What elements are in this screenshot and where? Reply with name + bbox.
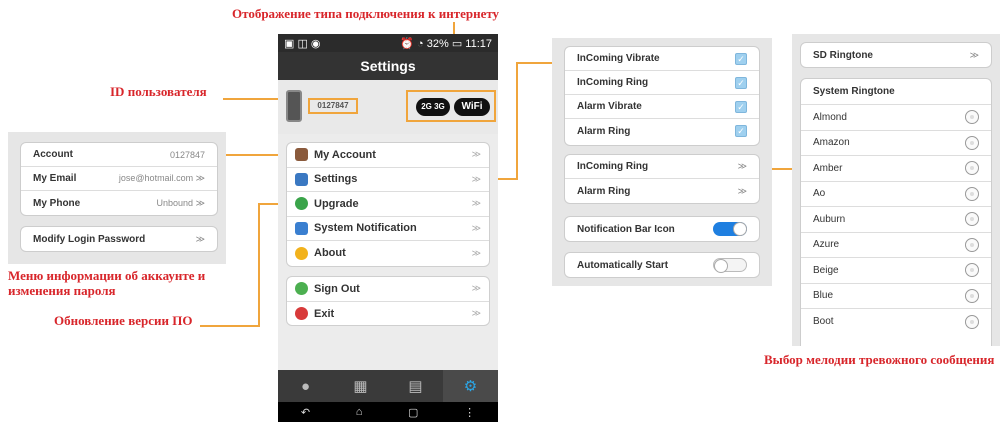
network-type-box: 2G 3G WiFi xyxy=(406,90,496,122)
page-title: Settings xyxy=(278,52,498,80)
signout-icon xyxy=(295,282,308,296)
status-bar: ▣ ◫ ◉ ⏰ ◔ 32% ▭ 11:17 xyxy=(278,34,498,52)
menu-item-settings[interactable]: Settings ≫ xyxy=(287,168,489,192)
radio-icon[interactable] xyxy=(965,288,979,303)
alarm-vibrate-row[interactable]: Alarm Vibrate ✓ xyxy=(565,95,759,119)
menu-item-sign-out[interactable]: Sign Out ≫ xyxy=(287,277,489,302)
checkbox-checked-icon[interactable]: ✓ xyxy=(735,100,747,113)
ringtone-item[interactable]: Almond xyxy=(801,105,991,131)
menu-item-about[interactable]: About ≫ xyxy=(287,241,489,266)
settings-panel: InComing Vibrate ✓ InComing Ring ✓ Alarm V… xyxy=(552,38,772,286)
notification-bar-row: Notification Bar Icon xyxy=(565,217,759,241)
ringtone-panel: SD Ringtone ≫ System Ringtone Almond Amaz… xyxy=(792,34,1000,346)
account-panel: Account 0127847 My Email jose@hotmail.com … xyxy=(8,132,226,264)
annotation-user-id: ID пользователя xyxy=(110,84,207,99)
radio-icon[interactable] xyxy=(965,186,979,201)
user-header: 0127847 2G 3G WiFi xyxy=(278,80,498,134)
notification-options-card: InComing Vibrate ✓ InComing Ring ✓ Alarm V… xyxy=(564,46,760,146)
annotation-alarm-melody: Выбор мелодии тревожного сообщения xyxy=(764,352,995,367)
radio-icon[interactable] xyxy=(965,212,979,227)
system-ringtone-header: System Ringtone xyxy=(801,79,991,105)
main-menu-card: My Account ≫ Settings ≫ Upgrade ≫ System No… xyxy=(286,142,490,267)
phone-row[interactable]: My Phone Unbound ≫ xyxy=(21,191,217,215)
connector-line xyxy=(258,203,260,327)
ringtone-item[interactable]: Ao xyxy=(801,182,991,207)
incoming-vibrate-row[interactable]: InComing Vibrate ✓ xyxy=(565,47,759,71)
star-icon xyxy=(295,246,308,260)
user-id: 0127847 xyxy=(308,98,358,114)
radio-icon[interactable] xyxy=(965,135,979,150)
auto-start-row: Automatically Start xyxy=(565,253,759,277)
radio-icon[interactable] xyxy=(965,237,979,252)
modify-password-row[interactable]: Modify Login Password ≫ xyxy=(21,227,217,251)
menu-item-exit[interactable]: Exit ≫ xyxy=(287,302,489,327)
connector-line xyxy=(516,62,554,64)
grid-tab-icon[interactable]: ▦ xyxy=(333,370,388,402)
settings-tab-icon[interactable]: ⚙ xyxy=(443,370,498,402)
checkbox-checked-icon[interactable]: ✓ xyxy=(735,52,747,65)
wifi-network-icon: WiFi xyxy=(454,98,490,116)
home-icon[interactable]: ⌂ xyxy=(356,406,363,418)
account-row: Account 0127847 xyxy=(21,143,217,167)
sd-ringtone-row[interactable]: SD Ringtone ≫ xyxy=(801,43,991,67)
ringtone-item[interactable]: Azure xyxy=(801,233,991,258)
menu-item-upgrade[interactable]: Upgrade ≫ xyxy=(287,192,489,217)
alarm-ring-row[interactable]: Alarm Ring ✓ xyxy=(565,119,759,143)
back-icon[interactable]: ↶ xyxy=(301,406,310,419)
checkbox-checked-icon[interactable]: ✓ xyxy=(735,125,747,137)
user-icon xyxy=(295,148,308,162)
ringtone-item[interactable]: Beige xyxy=(801,258,991,284)
phone-screen: ▣ ◫ ◉ ⏰ ◔ 32% ▭ 11:17 Settings 0127847 2… xyxy=(278,34,498,422)
recents-icon[interactable]: ▢ xyxy=(408,406,418,419)
auto-start-card: Automatically Start xyxy=(564,252,760,278)
ringtone-select-card: InComing Ring ≫ Alarm Ring ≫ xyxy=(564,154,760,204)
checkbox-checked-icon[interactable]: ✓ xyxy=(735,76,747,89)
radio-icon[interactable] xyxy=(965,263,979,278)
notification-bar-card: Notification Bar Icon xyxy=(564,216,760,242)
radio-icon[interactable] xyxy=(965,314,979,329)
status-right: ⏰ ◔ 32% ▭ 11:17 xyxy=(400,37,492,50)
system-ringtone-list: System Ringtone Almond Amazon Amber Ao A… xyxy=(800,78,992,346)
account-info-card: Account 0127847 My Email jose@hotmail.com … xyxy=(20,142,218,216)
menu-item-system-notification[interactable]: System Notification ≫ xyxy=(287,217,489,241)
ringtone-item[interactable]: Auburn xyxy=(801,207,991,233)
notification-icon xyxy=(295,221,308,235)
connector-line xyxy=(516,62,518,180)
exit-icon xyxy=(295,307,308,321)
modify-password-card[interactable]: Modify Login Password ≫ xyxy=(20,226,218,252)
annotation-upgrade: Обновление версии ПО xyxy=(54,313,193,328)
menu-item-my-account[interactable]: My Account ≫ xyxy=(287,143,489,168)
alarm-ring-select-row[interactable]: Alarm Ring ≫ xyxy=(565,179,759,203)
email-row[interactable]: My Email jose@hotmail.com ≫ xyxy=(21,167,217,191)
ringtone-item[interactable]: Amber xyxy=(801,156,991,182)
settings-icon xyxy=(295,172,308,186)
sd-ringtone-card[interactable]: SD Ringtone ≫ xyxy=(800,42,992,68)
ringtone-item[interactable]: Amazon xyxy=(801,131,991,156)
briefcase-tab-icon[interactable]: ▤ xyxy=(388,370,443,402)
annotation-connection-type: Отображение типа подключения к интернету xyxy=(232,6,500,21)
connector-line xyxy=(200,325,260,327)
ringtone-item[interactable]: Blue xyxy=(801,284,991,309)
bottom-tab-bar: ● ▦ ▤ ⚙ xyxy=(278,370,498,402)
upgrade-icon xyxy=(295,197,308,211)
session-menu-card: Sign Out ≫ Exit ≫ xyxy=(286,276,490,326)
auto-start-toggle[interactable] xyxy=(713,258,747,273)
annotation-account-menu: Меню информации об аккаунте и изменения … xyxy=(8,268,206,298)
menu-icon[interactable]: ⋮ xyxy=(464,406,475,419)
incoming-ring-row[interactable]: InComing Ring ✓ xyxy=(565,71,759,95)
radio-icon[interactable] xyxy=(965,161,979,176)
cellular-network-icon: 2G 3G xyxy=(416,98,450,116)
notification-bar-toggle[interactable] xyxy=(713,222,747,236)
ringtone-item[interactable]: Boot xyxy=(801,309,991,335)
device-icon xyxy=(286,90,302,122)
system-nav-bar: ↶ ⌂ ▢ ⋮ xyxy=(278,402,498,422)
contacts-tab-icon[interactable]: ● xyxy=(278,370,333,402)
notification-icons: ▣ ◫ ◉ xyxy=(284,37,321,50)
incoming-ring-select-row[interactable]: InComing Ring ≫ xyxy=(565,155,759,179)
radio-icon[interactable] xyxy=(965,110,979,125)
